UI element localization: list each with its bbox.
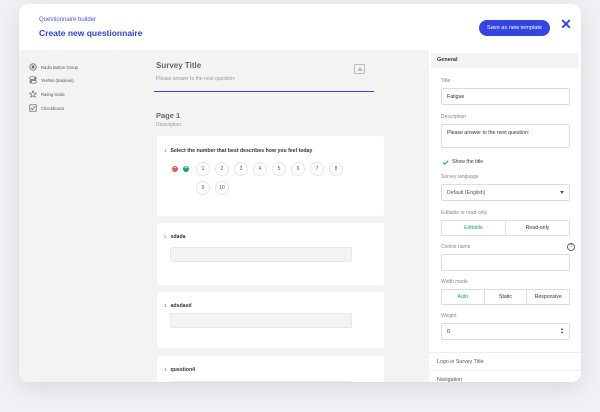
toolbox-item-label: Rating Scale: [41, 91, 65, 97]
page-title: Create new questionnaire: [39, 28, 143, 38]
star-icon: [29, 90, 37, 98]
survey-description[interactable]: Please answer to the next question:: [156, 76, 235, 82]
image-placeholder-icon[interactable]: [354, 64, 365, 74]
toolbox: Radio Button Group Yes/No (Boolean) Rati…: [19, 50, 137, 382]
width-mode-toggle: Auto Static Responsive: [441, 289, 570, 305]
toolbox-item-label: Yes/No (Boolean): [41, 77, 74, 83]
question-title: 3. adsdasd: [164, 303, 192, 309]
stepper-arrows-icon[interactable]: ▲ ▼: [560, 327, 564, 335]
question-title: 4. question4: [164, 367, 195, 373]
description-label: Description: [441, 114, 467, 120]
close-icon[interactable]: ✕: [559, 17, 573, 31]
answer-input[interactable]: [170, 247, 352, 262]
question-card[interactable]: 3. adsdasd: [157, 292, 384, 348]
toolbox-item-rating[interactable]: Rating Scale: [29, 88, 65, 100]
chevron-down-icon: [560, 191, 564, 194]
check-icon: [441, 158, 449, 166]
add-rate-icon[interactable]: +: [183, 166, 189, 172]
survey-title[interactable]: Survey Title: [156, 61, 201, 70]
question-card[interactable]: 1. Select the number that best describes …: [157, 136, 384, 216]
answer-input[interactable]: [170, 381, 352, 382]
radio-group-icon: [29, 63, 37, 71]
question-title: 2. sdada: [164, 234, 186, 240]
toolbox-item-label: Checkboxes: [41, 105, 65, 111]
toolbox-item-label: Radio Button Group: [41, 64, 79, 70]
weight-value: 0: [447, 329, 450, 335]
rating-item[interactable]: 2: [215, 162, 229, 176]
rating-item[interactable]: 10: [215, 181, 229, 195]
rating-item[interactable]: 4: [253, 162, 267, 176]
app-window: Questionnaire builder Create new questio…: [19, 4, 581, 382]
title-label: Title: [441, 78, 451, 84]
boolean-toggle-icon: [29, 76, 37, 84]
show-title-label: Show the title: [452, 159, 484, 165]
save-as-template-button[interactable]: Save as new template: [479, 20, 550, 36]
toolbox-item-radio-group[interactable]: Radio Button Group: [29, 61, 78, 73]
section-general[interactable]: General: [431, 53, 579, 68]
toolbox-item-checkboxes[interactable]: Checkboxes: [29, 102, 64, 114]
editable-option[interactable]: Editable: [442, 221, 506, 235]
rating-item[interactable]: 5: [272, 162, 286, 176]
section-logo[interactable]: Logo in Survey Title: [429, 352, 581, 370]
edit-mode-toggle: Editable Read-only: [441, 220, 570, 236]
static-option[interactable]: Static: [485, 290, 528, 304]
question-card[interactable]: 2. sdada: [157, 223, 384, 285]
language-select[interactable]: Default (English): [441, 184, 570, 201]
language-label: Survey language: [441, 174, 479, 180]
title-input[interactable]: Fatigue: [441, 88, 570, 105]
toolbox-item-boolean[interactable]: Yes/No (Boolean): [29, 74, 74, 86]
rating-item[interactable]: 9: [196, 181, 210, 195]
answer-input[interactable]: [170, 313, 352, 328]
read-only-option[interactable]: Read-only: [506, 221, 569, 235]
language-value: Default (English): [447, 190, 486, 196]
auto-option[interactable]: Auto: [442, 290, 485, 304]
page-description[interactable]: Description: [156, 122, 181, 128]
remove-rate-icon[interactable]: −: [172, 166, 178, 172]
rating-item[interactable]: 8: [329, 162, 343, 176]
checkbox-icon: [29, 104, 37, 112]
cookie-input[interactable]: [441, 254, 570, 271]
width-mode-label: Width mode: [441, 279, 468, 285]
rating-item[interactable]: 7: [310, 162, 324, 176]
title-underline: [154, 91, 374, 92]
rating-item[interactable]: 6: [291, 162, 305, 176]
rating-item[interactable]: 1: [196, 162, 210, 176]
edit-mode-label: Editable or read-only: [441, 210, 488, 216]
header: Questionnaire builder Create new questio…: [19, 4, 581, 50]
weight-label: Weight: [441, 313, 457, 319]
weight-stepper[interactable]: 0 ▲ ▼: [441, 323, 570, 340]
question-card[interactable]: 4. question4: [157, 356, 384, 382]
show-title-checkbox[interactable]: Show the title: [441, 158, 483, 166]
page-title-label[interactable]: Page 1: [156, 111, 180, 120]
help-icon[interactable]: ?: [567, 243, 575, 251]
responsive-option[interactable]: Responsive: [527, 290, 569, 304]
question-title: 1. Select the number that best describes …: [164, 148, 313, 154]
properties-panel: General Title Fatigue Description Please…: [429, 50, 581, 382]
description-textarea[interactable]: Please answer to the next question:: [441, 124, 570, 148]
breadcrumb: Questionnaire builder: [39, 17, 97, 23]
rating-item[interactable]: 3: [234, 162, 248, 176]
cookie-label: Cookie name: [441, 244, 471, 250]
section-navigation[interactable]: Navigation: [429, 370, 581, 382]
survey-canvas: Survey Title Please answer to the next q…: [137, 50, 429, 382]
